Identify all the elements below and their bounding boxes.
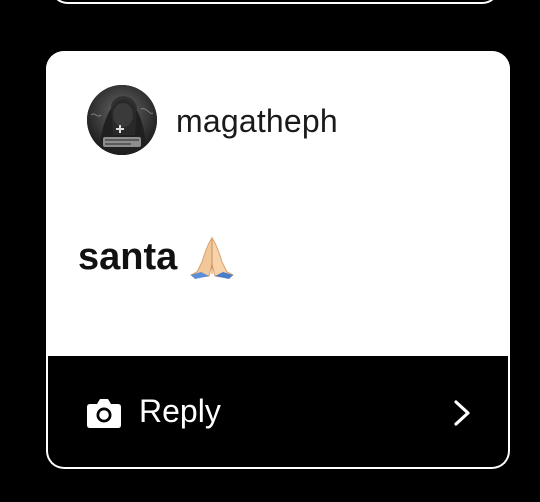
previous-card-edge [50,0,500,4]
comment-body: magatheph santa [46,51,510,356]
comment-text: santa [78,235,178,278]
folded-hands-icon [187,234,237,280]
comment-text-row: santa [78,234,237,280]
story-reply-screen: magatheph santa Reply [0,0,540,502]
story-reply-card[interactable]: magatheph santa Reply [46,51,510,469]
reply-bar[interactable]: Reply [46,356,510,469]
chevron-right-icon[interactable] [450,398,474,428]
camera-icon[interactable] [86,397,122,429]
avatar[interactable] [87,85,157,155]
username[interactable]: magatheph [176,103,338,140]
reply-label[interactable]: Reply [139,393,221,430]
